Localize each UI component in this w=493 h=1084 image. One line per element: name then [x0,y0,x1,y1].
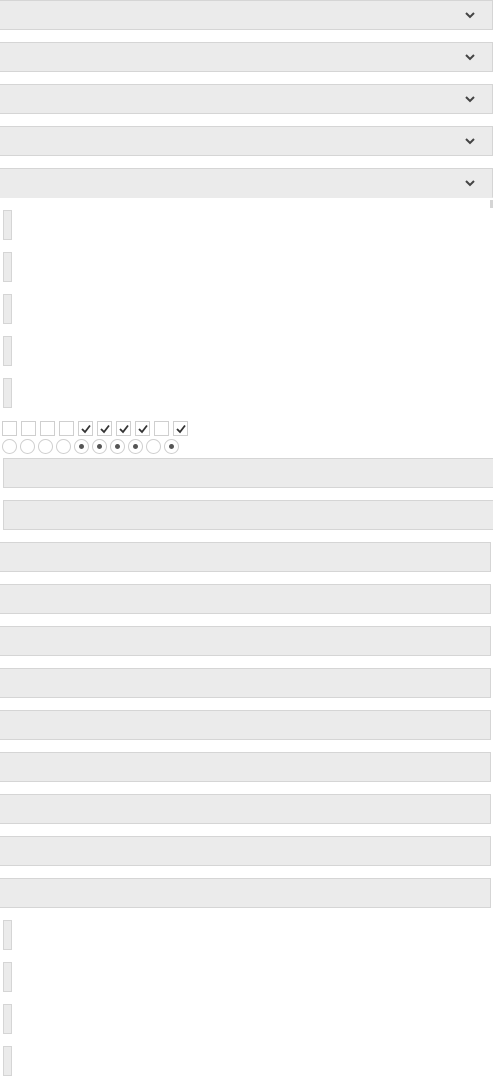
check-icon [138,424,148,434]
field-6[interactable] [0,752,491,782]
radio-3[interactable] [38,439,53,454]
field-1[interactable] [0,542,491,572]
stub-input-5[interactable] [3,378,12,408]
checkbox-6[interactable] [97,421,112,436]
checkbox-3[interactable] [40,421,55,436]
stub-input-7[interactable] [3,962,12,992]
checkbox-8[interactable] [135,421,150,436]
stub-input-3[interactable] [3,294,12,324]
check-icon [100,424,110,434]
radio-dot [115,444,120,449]
checkbox-9[interactable] [154,421,169,436]
text-input-2[interactable] [3,500,493,530]
checkbox-10[interactable] [173,421,188,436]
chevron-down-icon [465,54,475,61]
stub-input-9[interactable] [3,1046,12,1076]
radio-9[interactable] [146,439,161,454]
field-4[interactable] [0,668,491,698]
stub-input-4[interactable] [3,336,12,366]
select-4[interactable] [0,126,493,156]
checkbox-1[interactable] [2,421,17,436]
field-8[interactable] [0,836,491,866]
select-5[interactable] [0,168,493,198]
radio-6[interactable] [92,439,107,454]
radio-1[interactable] [2,439,17,454]
text-input-1[interactable] [3,458,493,488]
chevron-down-icon [465,138,475,145]
radio-dot [79,444,84,449]
checkbox-7[interactable] [116,421,131,436]
stub-input-6[interactable] [3,920,12,950]
stub-input-8[interactable] [3,1004,12,1034]
check-icon [176,424,186,434]
check-icon [81,424,91,434]
radio-dot [169,444,174,449]
stub-input-2[interactable] [3,252,12,282]
check-icon [119,424,129,434]
radio-dot [133,444,138,449]
radio-dot [97,444,102,449]
chevron-down-icon [465,12,475,19]
radio-8[interactable] [128,439,143,454]
radio-2[interactable] [20,439,35,454]
radio-7[interactable] [110,439,125,454]
radio-5[interactable] [74,439,89,454]
radio-10[interactable] [164,439,179,454]
checkbox-5[interactable] [78,421,93,436]
field-7[interactable] [0,794,491,824]
field-9[interactable] [0,878,491,908]
radio-4[interactable] [56,439,71,454]
select-3[interactable] [0,84,493,114]
field-3[interactable] [0,626,491,656]
field-2[interactable] [0,584,491,614]
chevron-down-icon [465,180,475,187]
field-5[interactable] [0,710,491,740]
select-2[interactable] [0,42,493,72]
checkbox-4[interactable] [59,421,74,436]
select-1[interactable] [0,0,493,30]
stub-input-1[interactable] [3,210,12,240]
chevron-down-icon [465,96,475,103]
checkbox-2[interactable] [21,421,36,436]
